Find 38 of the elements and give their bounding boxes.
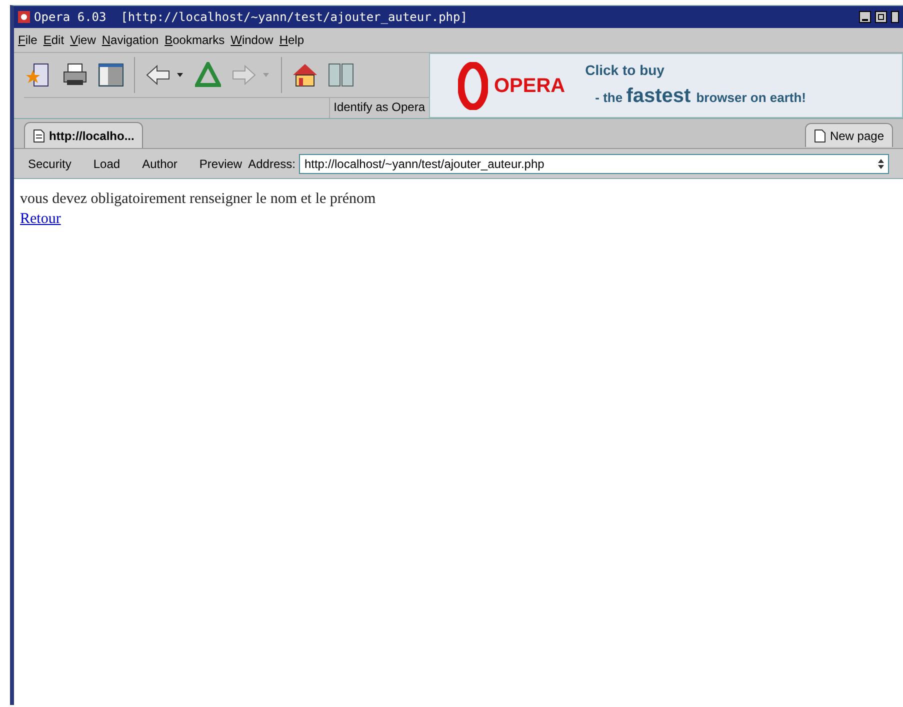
menu-item[interactable]: File (18, 31, 38, 49)
maximize-button[interactable] (875, 11, 887, 23)
menu-item[interactable]: Bookmarks (164, 31, 225, 49)
toolbar-button[interactable]: Security (28, 154, 72, 172)
page-icon (33, 128, 45, 142)
minimize-button[interactable] (859, 11, 871, 23)
logo-icon (458, 62, 488, 110)
toolbar-button[interactable]: Load (93, 154, 120, 172)
address-label: Address: (248, 156, 296, 172)
banner-ad[interactable]: OPERA Click to buy - the fastest browser on earth! (429, 53, 903, 118)
new-page-button[interactable]: New page (804, 123, 893, 147)
tab[interactable]: http://localho... (24, 122, 144, 148)
home-icon[interactable] (292, 62, 318, 88)
address-field[interactable]: http://localhost/~yann/test/ajouter_auteur.php (299, 154, 889, 174)
tiles-icon[interactable] (328, 62, 354, 88)
banner-headline: Click to buy (585, 61, 666, 80)
error-message: vous devez obligatoirement renseigner le nom et le prénom (20, 190, 377, 209)
menu-item[interactable]: Help (279, 31, 304, 49)
menu-item[interactable]: Window (230, 31, 274, 49)
minimize-icon (862, 19, 868, 22)
back-link[interactable]: Retour (20, 211, 61, 227)
maximize-icon (878, 14, 884, 20)
app-icon (18, 11, 30, 23)
window-title: Opera 6.03 [http://localhost/~yann/test/ajouter_auteur.php] (34, 9, 468, 26)
back-arrow-icon[interactable] (145, 62, 185, 88)
dropdown-icon (878, 158, 884, 168)
page-icon (814, 128, 826, 142)
toolbar-button[interactable]: Author (142, 154, 178, 172)
menu-item[interactable]: View (70, 31, 96, 49)
menu-item[interactable]: Edit (43, 31, 64, 49)
print-icon[interactable] (62, 62, 88, 88)
logo-text: OPERA (494, 74, 566, 98)
panel-icon[interactable] (98, 62, 124, 88)
menu-item[interactable]: Navigation (102, 31, 159, 49)
banner-tagline: - the fastest browser on earth! (595, 84, 806, 109)
close-button[interactable] (891, 11, 899, 23)
identify-label[interactable]: Identify as Opera (330, 98, 429, 118)
toolbar-button[interactable]: Preview (199, 154, 242, 172)
